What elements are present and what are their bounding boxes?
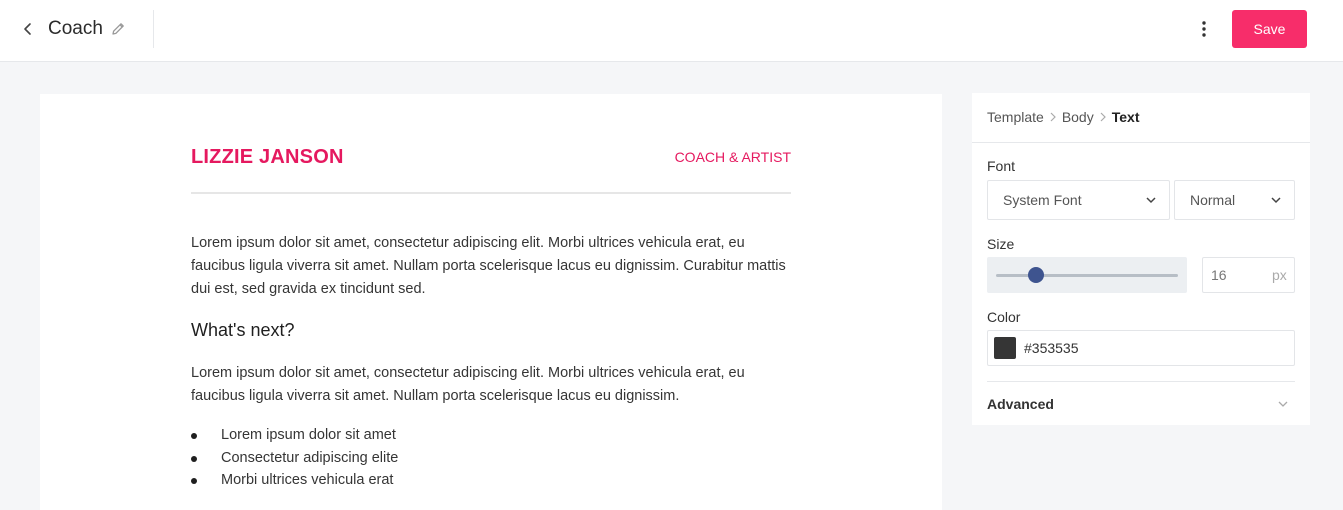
chevron-left-icon (24, 23, 31, 35)
font-family-value: System Font (1003, 192, 1082, 208)
email-sender-name[interactable]: LIZZIE JANSON (191, 146, 344, 169)
panel-divider (987, 381, 1295, 382)
font-weight-select[interactable]: Normal (1174, 180, 1295, 220)
more-options-button[interactable] (1192, 17, 1216, 41)
list-item: Morbi ultrices vehicula erat (191, 469, 398, 492)
slider-thumb[interactable] (1028, 267, 1044, 283)
chevron-down-icon (1278, 401, 1288, 407)
chevron-right-icon (1094, 112, 1112, 122)
email-heading[interactable]: What's next? (191, 320, 294, 341)
font-weight-value: Normal (1190, 192, 1236, 208)
size-slider[interactable] (987, 257, 1187, 293)
email-paragraph-1[interactable]: Lorem ipsum dolor sit amet, consectetur … (191, 232, 791, 301)
breadcrumb-body[interactable]: Body (1062, 109, 1094, 125)
pencil-icon (112, 23, 124, 35)
email-paragraph-2[interactable]: Lorem ipsum dolor sit amet, consectetur … (191, 362, 791, 408)
size-label: Size (987, 236, 1015, 252)
panel-divider (972, 142, 1310, 143)
back-button[interactable] (16, 17, 40, 41)
size-unit: px (1272, 267, 1287, 283)
more-vertical-icon (1202, 21, 1206, 37)
font-family-select[interactable]: System Font (987, 180, 1170, 220)
advanced-section-toggle[interactable]: Advanced (987, 393, 1295, 417)
font-label: Font (987, 158, 1016, 174)
properties-panel: Template Body Text Font System Font Norm… (972, 93, 1310, 425)
email-sender-role[interactable]: COACH & ARTIST (675, 149, 791, 165)
email-bullet-list[interactable]: Lorem ipsum dolor sit amet Consectetur a… (191, 424, 398, 492)
color-label: Color (987, 309, 1021, 325)
color-swatch[interactable] (994, 337, 1016, 359)
advanced-label: Advanced (987, 396, 1054, 412)
save-button[interactable]: Save (1232, 10, 1307, 48)
breadcrumb-text: Text (1111, 109, 1140, 125)
email-canvas: LIZZIE JANSON COACH & ARTIST Lorem ipsum… (40, 94, 942, 510)
breadcrumb: Template Body Text (987, 109, 1139, 125)
email-divider (191, 192, 791, 194)
page-title: Coach (48, 18, 103, 39)
chevron-down-icon (1146, 197, 1156, 204)
color-hex-value: #353535 (1024, 340, 1079, 356)
top-bar: Coach Save (0, 0, 1343, 62)
edit-title-button[interactable] (108, 19, 128, 39)
toolbar-divider (153, 10, 154, 48)
chevron-right-icon (1044, 112, 1062, 122)
color-picker[interactable]: #353535 (987, 330, 1295, 366)
slider-track (996, 274, 1178, 277)
list-item: Lorem ipsum dolor sit amet (191, 424, 398, 447)
breadcrumb-template[interactable]: Template (987, 109, 1044, 125)
list-item: Consectetur adipiscing elite (191, 447, 398, 470)
chevron-down-icon (1271, 197, 1281, 204)
